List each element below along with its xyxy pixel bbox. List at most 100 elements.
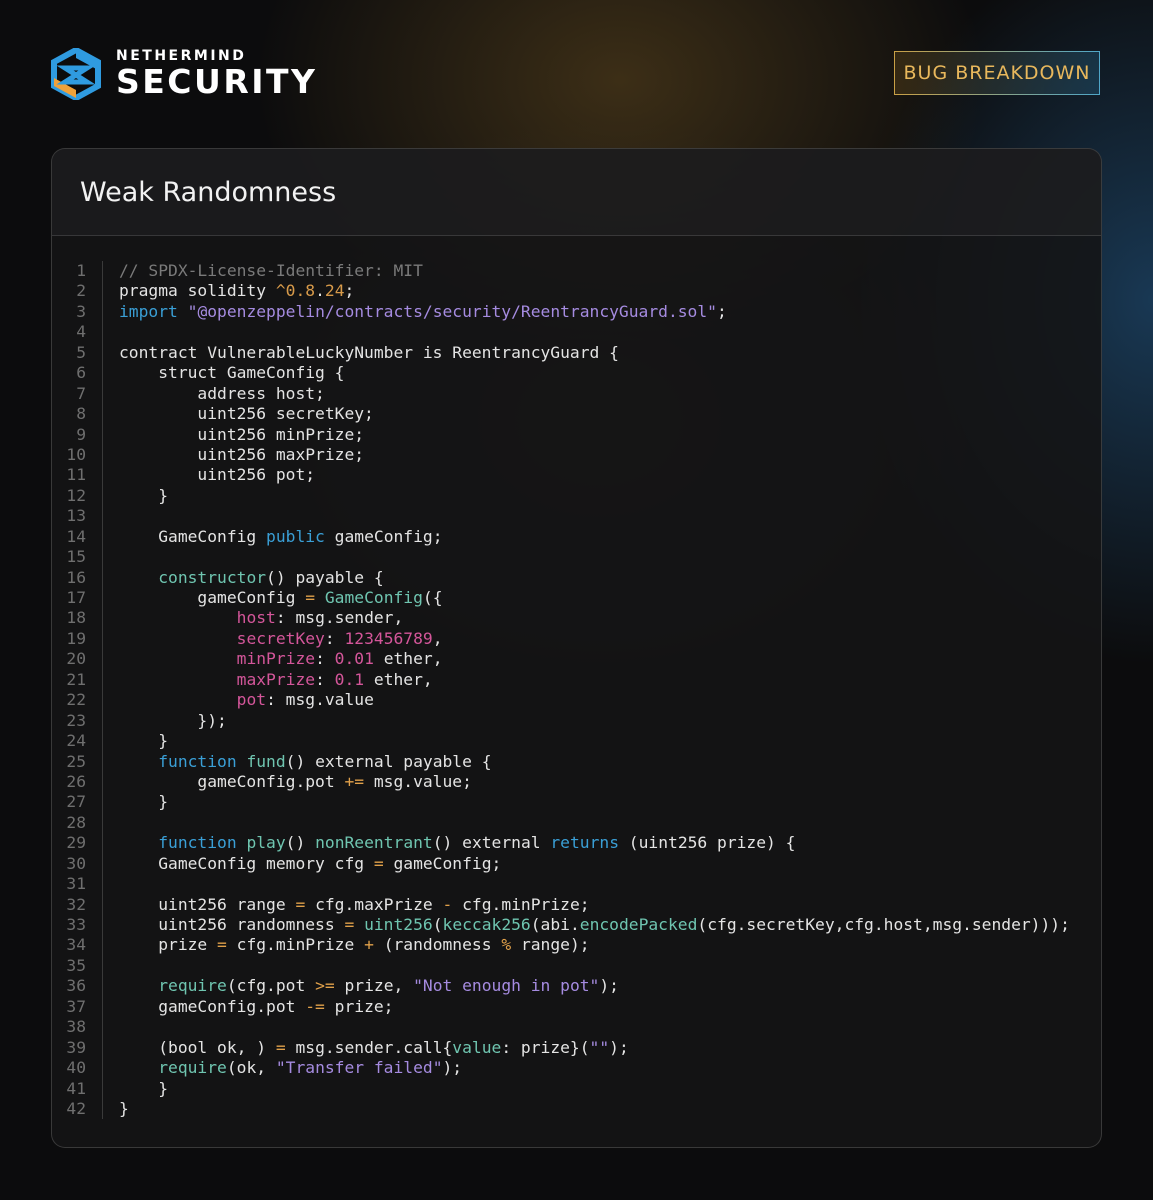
code-gutter-divider [102, 383, 103, 405]
code-gutter-divider [102, 1078, 103, 1099]
line-number: 40 [66, 1058, 86, 1078]
code-gutter-divider [102, 710, 103, 732]
code-line: 42} [52, 1098, 1070, 1120]
line-number: 31 [66, 874, 86, 894]
code-text: uint256 secretKey; [119, 404, 374, 424]
code-gutter-divider [102, 424, 103, 445]
code-text: gameConfig.pot += msg.value; [119, 771, 472, 791]
line-number: 32 [66, 894, 86, 914]
code-text: constructor() payable { [158, 567, 384, 587]
code-line: 10 uint256 maxPrize; [52, 444, 1070, 466]
line-number: 9 [76, 424, 86, 444]
code-line: 1 // SPDX-License-Identifier: MIT [52, 261, 1070, 282]
code-text: struct GameConfig { [119, 363, 345, 383]
line-number: 20 [66, 649, 86, 669]
code-line: 41 } [52, 1078, 1070, 1099]
line-number: 21 [66, 669, 86, 689]
line-number: 3 [76, 301, 86, 321]
code-gutter-divider [102, 404, 103, 425]
code-line: 29 function play() nonReentrant() extern… [52, 833, 1070, 854]
code-text: require(cfg.pot >= prize, "Not enough in… [158, 976, 619, 996]
code-text: function play() nonReentrant() external … [158, 833, 796, 853]
code-text: require(ok, "Transfer failed"); [158, 1058, 463, 1078]
code-text: uint256 range = cfg.maxPrize - cfg.minPr… [119, 894, 590, 914]
code-text: minPrize: 0.01 ether, [236, 649, 443, 669]
code-text: maxPrize: 0.1 ether, [236, 669, 433, 689]
line-number: 34 [66, 935, 86, 955]
code-text: uint256 randomness = uint256(keccak256(a… [119, 915, 1070, 934]
code-text: pot: msg.value [236, 690, 374, 710]
code-line: 30 GameConfig memory cfg = gameConfig; [52, 853, 1070, 875]
line-number: 23 [66, 710, 86, 730]
code-line: 5 contract VulnerableLuckyNumber is Reent… [52, 342, 1070, 364]
code-gutter-divider [102, 301, 103, 323]
code-line: 39 (bool ok, ) = msg.sender.call{value: … [52, 1037, 1070, 1059]
line-number: 6 [76, 363, 86, 383]
line-number: 19 [66, 628, 86, 648]
line-number: 24 [66, 731, 86, 751]
nethermind-logo-icon [51, 48, 101, 100]
code-line: 14 GameConfig public gameConfig; [52, 526, 1070, 548]
code-line: 22 pot: msg.value [52, 690, 1070, 711]
code-text: gameConfig = GameConfig({ [119, 588, 443, 607]
code-text: uint256 maxPrize; [119, 444, 365, 464]
code-text: uint256 minPrize; [119, 424, 365, 444]
code-block: 1 // SPDX-License-Identifier: MIT 2 pragma … [52, 261, 1070, 1120]
code-text: prize = cfg.minPrize + (randomness % ran… [119, 935, 590, 955]
code-line: 2 pragma solidity ^0.8.24; [52, 281, 1070, 302]
code-text: uint256 pot; [119, 465, 316, 485]
line-number: 11 [66, 465, 86, 485]
code-line: 24 } [52, 731, 1070, 752]
code-text: address host; [119, 383, 325, 403]
line-number: 36 [66, 976, 86, 996]
code-line: 38 [52, 1017, 1070, 1038]
code-line: 17 gameConfig = GameConfig({ [52, 588, 1070, 609]
code-gutter-divider [102, 444, 103, 466]
code-line: 25 function fund() external payable { [52, 751, 1070, 772]
code-line: 20 minPrize: 0.01 ether, [52, 649, 1070, 670]
code-line: 12 } [52, 485, 1070, 507]
code-line: 6 struct GameConfig { [52, 363, 1070, 384]
code-gutter-divider [102, 935, 103, 956]
code-gutter-divider [102, 792, 103, 813]
code-line: 33 uint256 randomness = uint256(keccak25… [52, 915, 1070, 936]
code-line: 23 }); [52, 710, 1070, 732]
code-gutter-divider [102, 547, 103, 568]
code-text: secretKey: 123456789, [236, 628, 443, 648]
code-gutter-divider [102, 915, 103, 936]
code-line: 35 [52, 955, 1070, 977]
code-gutter-divider [102, 669, 103, 691]
code-line: 16 constructor() payable { [52, 567, 1070, 588]
line-number: 28 [66, 812, 86, 832]
code-text: GameConfig public gameConfig; [119, 526, 443, 546]
code-gutter-divider [102, 996, 103, 1018]
code-gutter-divider [102, 751, 103, 772]
code-text: function fund() external payable { [158, 751, 492, 771]
line-number: 14 [66, 526, 86, 546]
code-gutter-divider [102, 281, 103, 302]
code-line: 19 secretKey: 123456789, [52, 628, 1070, 650]
code-gutter-divider [102, 690, 103, 711]
line-number: 41 [66, 1078, 86, 1098]
code-gutter-divider [102, 588, 103, 609]
line-number: 18 [66, 608, 86, 628]
line-number: 1 [76, 261, 86, 280]
code-line: 31 [52, 874, 1070, 895]
line-number: 26 [66, 771, 86, 791]
code-line: 3 import "@openzeppelin/contracts/securit… [52, 301, 1070, 323]
code-gutter-divider [102, 976, 103, 997]
code-line: 21 maxPrize: 0.1 ether, [52, 669, 1070, 691]
line-number: 39 [66, 1037, 86, 1057]
code-gutter-divider [102, 812, 103, 834]
code-line: 28 [52, 812, 1070, 834]
line-number: 22 [66, 690, 86, 710]
line-number: 15 [66, 547, 86, 567]
line-number: 38 [66, 1017, 86, 1037]
code-gutter-divider [102, 874, 103, 895]
brand-main-text: SECURITY [116, 62, 318, 101]
line-number: 5 [76, 342, 86, 362]
line-number: 7 [76, 383, 86, 403]
code-gutter-divider [102, 1098, 103, 1120]
code-text: pragma solidity ^0.8.24; [119, 281, 355, 301]
code-gutter-divider [102, 608, 103, 629]
